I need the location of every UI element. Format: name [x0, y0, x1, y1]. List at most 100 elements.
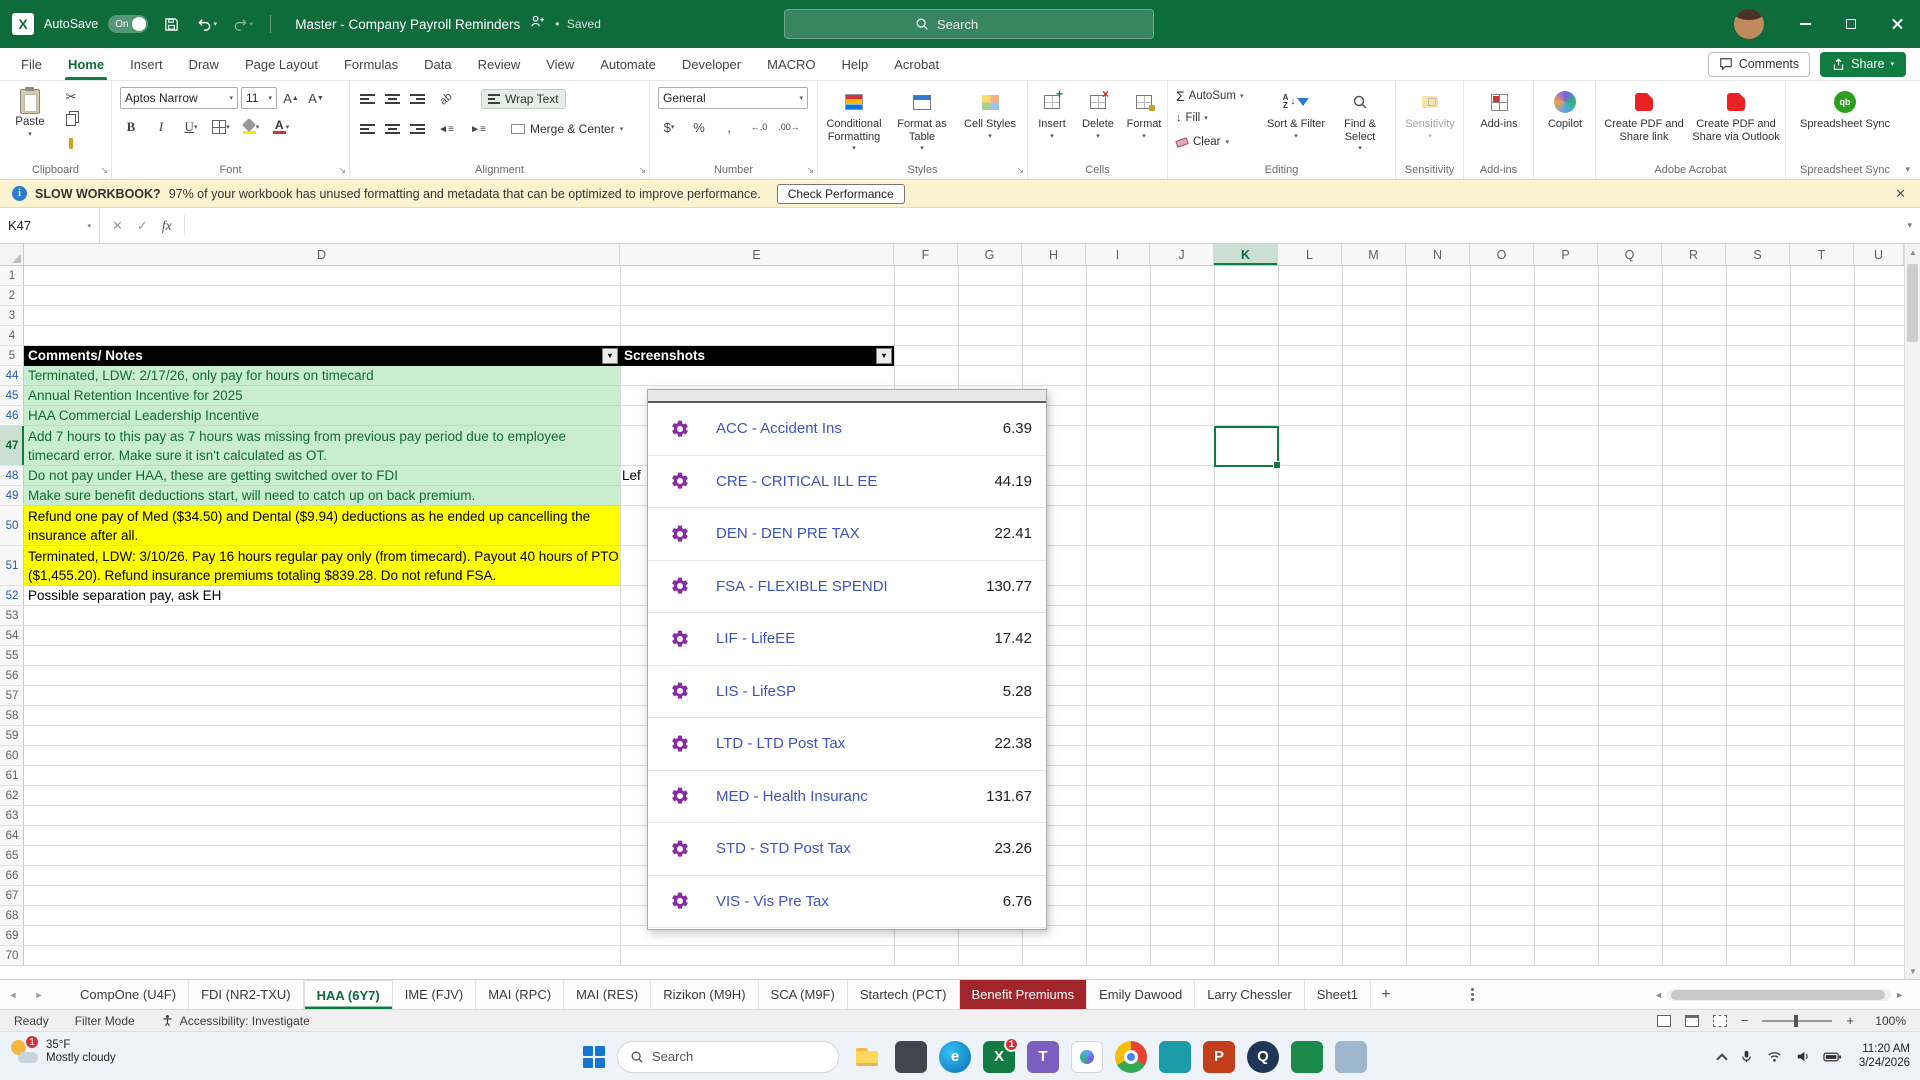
italic-button[interactable]: I: [150, 117, 172, 137]
column-header-J[interactable]: J: [1150, 244, 1214, 266]
app-dark-icon[interactable]: [895, 1041, 927, 1073]
hscroll-left-icon[interactable]: ◄: [1654, 990, 1663, 1000]
row-header-45[interactable]: 45: [0, 386, 24, 406]
column-header-P[interactable]: P: [1534, 244, 1598, 266]
cancel-formula-icon[interactable]: ✕: [112, 218, 123, 234]
comments-notes-header-cell[interactable]: Comments/ Notes▾: [24, 346, 620, 366]
row-header-68[interactable]: 68: [0, 906, 24, 926]
ribbon-tab-data[interactable]: Data: [411, 48, 464, 80]
sheet-nav-left-icon[interactable]: ◄: [0, 980, 26, 1009]
decrease-decimal-button[interactable]: .00→: [778, 117, 800, 137]
font-color-button[interactable]: A▾: [270, 117, 292, 137]
row-header-4[interactable]: 4: [0, 326, 24, 346]
row-header-61[interactable]: 61: [0, 766, 24, 786]
enter-formula-icon[interactable]: ✓: [137, 218, 148, 234]
scroll-up-icon[interactable]: ▲: [1905, 244, 1920, 260]
people-icon[interactable]: [530, 14, 545, 34]
ribbon-tab-insert[interactable]: Insert: [117, 48, 176, 80]
align-left-icon[interactable]: [360, 124, 375, 133]
row-header-62[interactable]: 62: [0, 786, 24, 806]
formula-input[interactable]: [185, 208, 1908, 243]
cell-D44[interactable]: Terminated, LDW: 2/17/26, only pay for h…: [24, 366, 620, 386]
zoom-slider[interactable]: [1762, 1020, 1832, 1022]
column-header-F[interactable]: F: [894, 244, 958, 266]
warning-close-icon[interactable]: ✕: [1895, 186, 1906, 202]
sheet-tab-sheet1[interactable]: Sheet1: [1305, 980, 1371, 1009]
addins-button[interactable]: Add-ins: [1469, 84, 1529, 131]
file-explorer-icon[interactable]: [851, 1041, 883, 1073]
ribbon-tab-developer[interactable]: Developer: [669, 48, 754, 80]
row-header-66[interactable]: 66: [0, 866, 24, 886]
minimize-button[interactable]: [1782, 0, 1828, 48]
column-header-I[interactable]: I: [1086, 244, 1150, 266]
save-icon[interactable]: [158, 11, 184, 37]
app-teal-icon[interactable]: [1159, 1041, 1191, 1073]
row-header-47[interactable]: 47: [0, 426, 24, 466]
autosave-toggle[interactable]: On: [108, 15, 148, 33]
ribbon-tab-automate[interactable]: Automate: [587, 48, 669, 80]
column-header-M[interactable]: M: [1342, 244, 1406, 266]
alignment-dialog-launcher[interactable]: ↘: [638, 165, 646, 176]
ribbon-tab-review[interactable]: Review: [465, 48, 534, 80]
sheet-tab-compone-u4f-[interactable]: CompOne (U4F): [68, 980, 189, 1009]
cell-D50[interactable]: Refund one pay of Med ($34.50) and Denta…: [24, 506, 620, 546]
column-header-O[interactable]: O: [1470, 244, 1534, 266]
decrease-font-icon[interactable]: A▼: [305, 88, 327, 108]
powerpoint-icon[interactable]: P: [1203, 1041, 1235, 1073]
row-header-44[interactable]: 44: [0, 366, 24, 386]
collapse-ribbon-icon[interactable]: ▾: [1905, 164, 1910, 175]
comments-filter-button[interactable]: ▾: [602, 348, 618, 364]
vertical-scroll-thumb[interactable]: [1907, 264, 1918, 342]
fill-button[interactable]: ↓Fill▾: [1176, 112, 1208, 124]
sheet-tab-mai-rpc-[interactable]: MAI (RPC): [476, 980, 564, 1009]
borders-button[interactable]: ▾: [210, 117, 232, 137]
delete-cells-button[interactable]: Delete▾: [1076, 84, 1120, 143]
cell-D45[interactable]: Annual Retention Incentive for 2025: [24, 386, 620, 406]
column-header-G[interactable]: G: [958, 244, 1022, 266]
cell-D46[interactable]: HAA Commercial Leadership Incentive: [24, 406, 620, 426]
expand-formula-bar-icon[interactable]: ▾: [1907, 220, 1920, 231]
user-avatar[interactable]: [1734, 9, 1764, 39]
column-header-N[interactable]: N: [1406, 244, 1470, 266]
row-header-69[interactable]: 69: [0, 926, 24, 946]
name-box[interactable]: K47▾: [0, 208, 100, 243]
column-header-K[interactable]: K: [1214, 244, 1278, 266]
row-header-64[interactable]: 64: [0, 826, 24, 846]
zoom-level[interactable]: 100%: [1868, 1014, 1906, 1028]
normal-view-icon[interactable]: [1657, 1015, 1671, 1027]
app-purple-icon[interactable]: T: [1027, 1041, 1059, 1073]
app-window-icon[interactable]: [1335, 1041, 1367, 1073]
selected-cell-K47[interactable]: [1214, 426, 1279, 467]
cell-D47[interactable]: Add 7 hours to this pay as 7 hours was m…: [24, 426, 620, 466]
excel-app-icon[interactable]: X: [12, 13, 34, 35]
align-middle-icon[interactable]: [385, 94, 400, 103]
row-header-1[interactable]: 1: [0, 266, 24, 286]
column-header-T[interactable]: T: [1790, 244, 1854, 266]
clipboard-dialog-launcher[interactable]: ↘: [100, 165, 108, 176]
column-header-D[interactable]: D: [24, 244, 620, 266]
row-header-52[interactable]: 52: [0, 586, 24, 606]
orientation-icon[interactable]: ab: [431, 84, 461, 113]
excel-icon[interactable]: X1: [983, 1041, 1015, 1073]
conditional-formatting-button[interactable]: Conditional Formatting▾: [820, 84, 888, 156]
volume-icon[interactable]: [1795, 1049, 1810, 1064]
column-header-S[interactable]: S: [1726, 244, 1790, 266]
number-format-select[interactable]: General▾: [658, 87, 808, 109]
sheet-tab-ime-fjv-[interactable]: IME (FJV): [393, 980, 477, 1009]
row-header-2[interactable]: 2: [0, 286, 24, 306]
increase-font-icon[interactable]: A▲: [280, 88, 302, 108]
column-header-E[interactable]: E: [620, 244, 894, 266]
sheet-tab-larry-chessler[interactable]: Larry Chessler: [1195, 980, 1305, 1009]
weather-widget[interactable]: 1 35°F Mostly cloudy: [10, 1038, 116, 1066]
check-performance-button[interactable]: Check Performance: [777, 184, 905, 204]
zoom-slider-thumb[interactable]: [1794, 1015, 1798, 1027]
edge-icon[interactable]: e: [939, 1041, 971, 1073]
column-header-H[interactable]: H: [1022, 244, 1086, 266]
align-bottom-icon[interactable]: [410, 94, 425, 103]
sheet-tab-benefit-premiums[interactable]: Benefit Premiums: [960, 980, 1088, 1009]
comma-format-button[interactable]: ,: [718, 117, 740, 137]
close-button[interactable]: [1874, 0, 1920, 48]
ribbon-tab-file[interactable]: File: [8, 48, 55, 80]
align-center-icon[interactable]: [385, 124, 400, 133]
align-top-icon[interactable]: [360, 94, 375, 103]
